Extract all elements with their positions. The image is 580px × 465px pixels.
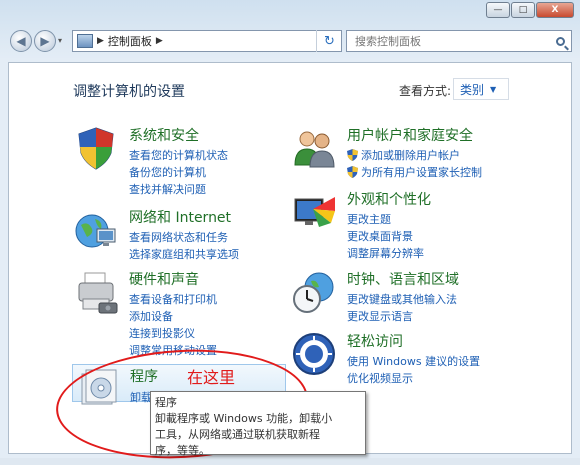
navigation-bar: ◀ ▶ ▾ ▶ 控制面板 ▶ ↻ (0, 22, 580, 62)
tooltip-line-1: 卸載程序或 Windows 功能，卸载小 (155, 412, 333, 425)
printer-icon (78, 272, 118, 314)
control-panel-window: — □ X ◀ ▶ ▾ ▶ 控制面板 ▶ ↻ 调整计算机的设置 查看方式: 类别… (0, 0, 580, 465)
link-network-status[interactable]: 查看网络状态和任务 (129, 228, 239, 245)
link-homegroup-sharing[interactable]: 选择家庭组和共享选项 (129, 245, 239, 262)
link-display-language[interactable]: 更改显示语言 (347, 307, 457, 324)
forward-button[interactable]: ▶ (34, 30, 56, 52)
link-troubleshoot[interactable]: 查找并解决问题 (129, 180, 228, 197)
category-user-accounts-title[interactable]: 用户帐户和家庭安全 (347, 125, 473, 145)
category-clock-language-title[interactable]: 时钟、语言和区域 (347, 269, 459, 289)
link-recommended-settings[interactable]: 使用 Windows 建议的设置 (347, 352, 480, 369)
shield-icon (78, 127, 114, 170)
clock-globe-icon (293, 272, 334, 313)
link-backup-computer[interactable]: 备份您的计算机 (129, 163, 228, 180)
control-panel-icon (77, 34, 93, 48)
link-devices-printers[interactable]: 查看设备和打印机 (129, 290, 217, 307)
link-connect-projector[interactable]: 连接到投影仪 (129, 324, 217, 341)
recent-pages-button[interactable]: ▾ (58, 36, 68, 46)
caption-buttons: — □ X (486, 2, 574, 18)
category-network-internet-title[interactable]: 网络和 Internet (129, 207, 231, 227)
refresh-button[interactable]: ↻ (316, 30, 342, 52)
view-by-dropdown[interactable]: 类别 ▼ (453, 78, 509, 100)
page-title: 调整计算机的设置 (73, 84, 185, 100)
users-icon (294, 131, 335, 168)
view-by-value[interactable]: 类别 (460, 81, 484, 98)
chevron-down-icon[interactable]: ▼ (490, 85, 496, 94)
monitor-palette-icon (294, 197, 335, 227)
breadcrumb-separator-icon[interactable]: ▶ (97, 36, 104, 46)
back-arrow-icon: ◀ (16, 34, 26, 48)
back-button[interactable]: ◀ (10, 30, 32, 52)
link-keyboard-input[interactable]: 更改键盘或其他输入法 (347, 290, 457, 307)
annotation-text: 在这里 (187, 368, 236, 387)
link-add-device[interactable]: 添加设备 (129, 307, 217, 324)
link-change-theme[interactable]: 更改主题 (347, 210, 424, 227)
category-system-security-title[interactable]: 系统和安全 (129, 125, 199, 145)
link-add-remove-accounts-label[interactable]: 添加或删除用户帐户 (361, 147, 460, 163)
forward-arrow-icon: ▶ (40, 34, 50, 48)
link-parental-controls[interactable]: 为所有用户设置家长控制 (347, 163, 482, 180)
refresh-icon: ↻ (324, 33, 335, 49)
link-add-remove-accounts[interactable]: 添加或删除用户帐户 (347, 146, 482, 163)
link-screen-resolution[interactable]: 调整屏幕分辨率 (347, 244, 424, 261)
close-button[interactable]: X (536, 2, 574, 18)
search-box[interactable] (346, 30, 572, 52)
search-icon[interactable] (556, 36, 565, 46)
globe-network-icon (75, 214, 116, 248)
uac-shield-icon (347, 165, 358, 178)
tooltip-line-3: 序，等等。 (155, 444, 210, 457)
link-optimize-display[interactable]: 优化视频显示 (347, 369, 480, 386)
programs-tooltip: 程序 卸載程序或 Windows 功能，卸载小 工具，从网络或通过联机获取新程 … (150, 391, 366, 457)
maximize-button[interactable]: □ (511, 2, 535, 18)
category-appearance-title[interactable]: 外观和个性化 (347, 189, 431, 209)
category-ease-of-access-title[interactable]: 轻松访问 (347, 331, 403, 351)
tooltip-title: 程序 (155, 396, 177, 409)
tooltip-line-2: 工具，从网络或通过联机获取新程 (155, 428, 320, 441)
search-input[interactable] (353, 33, 547, 49)
breadcrumb-separator-icon[interactable]: ▶ (156, 36, 163, 46)
breadcrumb-control-panel[interactable]: 控制面板 (108, 33, 152, 49)
minimize-button[interactable]: — (486, 2, 510, 18)
view-by-label: 查看方式: (399, 84, 452, 98)
link-desktop-background[interactable]: 更改桌面背景 (347, 227, 424, 244)
link-view-computer-status[interactable]: 查看您的计算机状态 (129, 146, 228, 163)
uac-shield-icon (347, 148, 358, 161)
category-hardware-sound-title[interactable]: 硬件和声音 (129, 269, 199, 289)
link-parental-controls-label[interactable]: 为所有用户设置家长控制 (361, 164, 482, 180)
address-bar[interactable]: ▶ 控制面板 ▶ (72, 30, 342, 52)
ease-of-access-icon (293, 333, 335, 375)
